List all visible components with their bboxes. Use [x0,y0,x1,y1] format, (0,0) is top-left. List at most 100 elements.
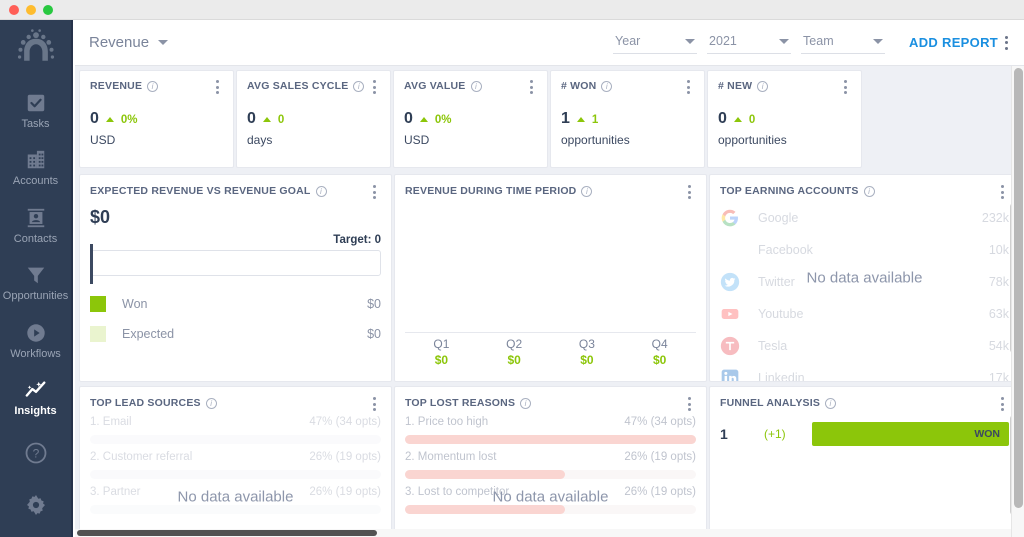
card-menu-button[interactable] [209,80,225,94]
quarter-value: $0 [507,353,521,367]
horizontal-scrollbar-thumb[interactable] [77,530,377,536]
panel-title-label: REVENUE DURING TIME PERIOD [405,185,577,197]
sidebar-item-label: Insights [14,405,57,418]
info-icon[interactable]: i [315,185,327,197]
info-icon[interactable]: i [825,397,837,409]
card-menu-button[interactable] [366,397,382,411]
card-menu-button[interactable] [366,80,382,94]
period-filter-value: Year [615,34,641,48]
sidebar-item-settings[interactable] [0,479,72,531]
chevron-down-icon [779,38,790,44]
year-filter[interactable]: 2021 [707,31,792,54]
card-menu-button[interactable] [994,185,1010,199]
quarter-label: Q2 [506,337,523,351]
app-window: Tasks Accounts Contacts Opportunities Wo… [0,0,1024,537]
card-menu-button[interactable] [994,397,1010,411]
kpi-card-won[interactable]: # WON i 1 1 opportunities [550,70,705,168]
sidebar-item-accounts[interactable]: Accounts [0,139,72,197]
card-menu-button[interactable] [366,185,382,199]
twitter-icon [720,272,740,292]
sidebar-item-contacts[interactable]: Contacts [0,197,72,255]
list-item: 1. Price too high 47% (34 opts) [405,416,696,444]
legend-swatch-won [90,296,106,312]
kpi-delta: 0% [120,114,138,126]
kpi-title-label: # NEW [718,80,753,92]
info-icon[interactable]: i [863,185,875,197]
card-menu-button[interactable] [681,185,697,199]
close-window-button[interactable] [9,4,19,15]
vertical-scrollbar-thumb[interactable] [1014,68,1023,508]
report-selector[interactable]: Revenue [89,34,169,51]
bar-label: 2. Customer referral [90,451,193,463]
info-icon[interactable]: i [147,80,159,92]
maximize-window-button[interactable] [43,4,53,15]
trend-up-icon [105,116,114,122]
sidebar-item-help[interactable]: ? [0,427,72,479]
kpi-value: 0 [404,110,413,127]
question-circle-icon: ? [25,442,46,464]
checkbox-icon [27,94,44,111]
info-icon[interactable]: i [757,80,769,92]
bar-fill [405,470,566,479]
kpi-title-label: REVENUE [90,80,143,92]
sidebar-item-label: Accounts [12,175,59,188]
panel-header: EXPECTED REVENUE VS REVENUE GOAL i [80,175,391,197]
kpi-delta: 0% [434,114,452,126]
card-menu-button[interactable] [523,80,539,94]
info-icon[interactable]: i [205,397,217,409]
info-icon[interactable]: i [520,397,532,409]
legend-value: $0 [367,297,381,311]
horizontal-scrollbar[interactable] [75,529,1024,537]
legend-label: Won [122,297,148,311]
sidebar-item-label: Tasks [21,117,50,130]
bar-stat: 26% (19 opts) [309,486,381,498]
team-filter[interactable]: Team [801,31,886,54]
list-item: Facebook 10k [720,234,1009,266]
sidebar-item-tasks[interactable]: Tasks [0,82,72,140]
tesla-icon [720,336,740,356]
funnel-stage-delta: (+1) [764,427,786,441]
quarter-column: Q3 $0 [551,337,624,367]
panel-header: TOP LEAD SOURCES i [80,387,391,409]
legend-value: $0 [367,327,381,341]
bar-stat: 26% (19 opts) [309,451,381,463]
info-icon[interactable]: i [601,80,613,92]
quarter-column: Q2 $0 [478,337,551,367]
quarter-column: Q1 $0 [405,337,478,367]
add-report-button[interactable]: ADD REPORT [909,35,998,50]
card-menu-button[interactable] [681,397,697,411]
sidebar-item-opportunities[interactable]: Opportunities [0,254,72,312]
info-icon[interactable]: i [581,185,593,197]
info-icon[interactable]: i [353,80,365,92]
sidebar-item-label: Workflows [10,347,61,360]
kpi-card-avg-value[interactable]: AVG VALUE i 0 0% USD [393,70,548,168]
account-value: 17k [988,371,1009,382]
info-icon[interactable]: i [470,80,482,92]
panel-title-label: FUNNEL ANALYSIS [720,397,821,409]
sidebar-item-insights[interactable]: Insights [0,369,72,427]
toolbar: Revenue Year 2021 Team ADD REPORT [75,20,1024,66]
funnel-stage-bar[interactable]: WON [812,422,1009,446]
facebook-icon [720,240,740,260]
kpi-card-avg-sales-cycle[interactable]: AVG SALES CYCLE i 0 0 days [236,70,391,168]
panel-header: TOP EARNING ACCOUNTS i [710,175,1019,197]
kpi-value: 0 [90,110,99,127]
toolbar-overflow-menu-button[interactable] [998,35,1014,50]
chevron-down-icon [873,38,884,44]
sidebar-item-workflows[interactable]: Workflows [0,312,72,370]
card-menu-button[interactable] [837,80,853,94]
chart-quarter-labels: Q1 $0 Q2 $0 Q3 $0 Q4 $0 [405,337,696,367]
panel-title: TOP EARNING ACCOUNTS i [720,185,993,197]
funnel-stage-count: 1 [720,426,728,442]
sidebar: Tasks Accounts Contacts Opportunities Wo… [0,20,73,537]
period-filter[interactable]: Year [613,31,698,54]
card-menu-button[interactable] [680,80,696,94]
vertical-scrollbar[interactable] [1011,66,1024,537]
kpi-card-new[interactable]: # NEW i 0 0 opportunities [707,70,862,168]
minimize-window-button[interactable] [26,4,36,15]
bar-track [405,435,696,444]
sidebar-item-label: Opportunities [2,290,69,303]
panel-title: EXPECTED REVENUE VS REVENUE GOAL i [90,185,365,197]
kpi-title: REVENUE i [90,80,223,92]
kpi-card-revenue[interactable]: REVENUE i 0 0% USD [79,70,234,168]
